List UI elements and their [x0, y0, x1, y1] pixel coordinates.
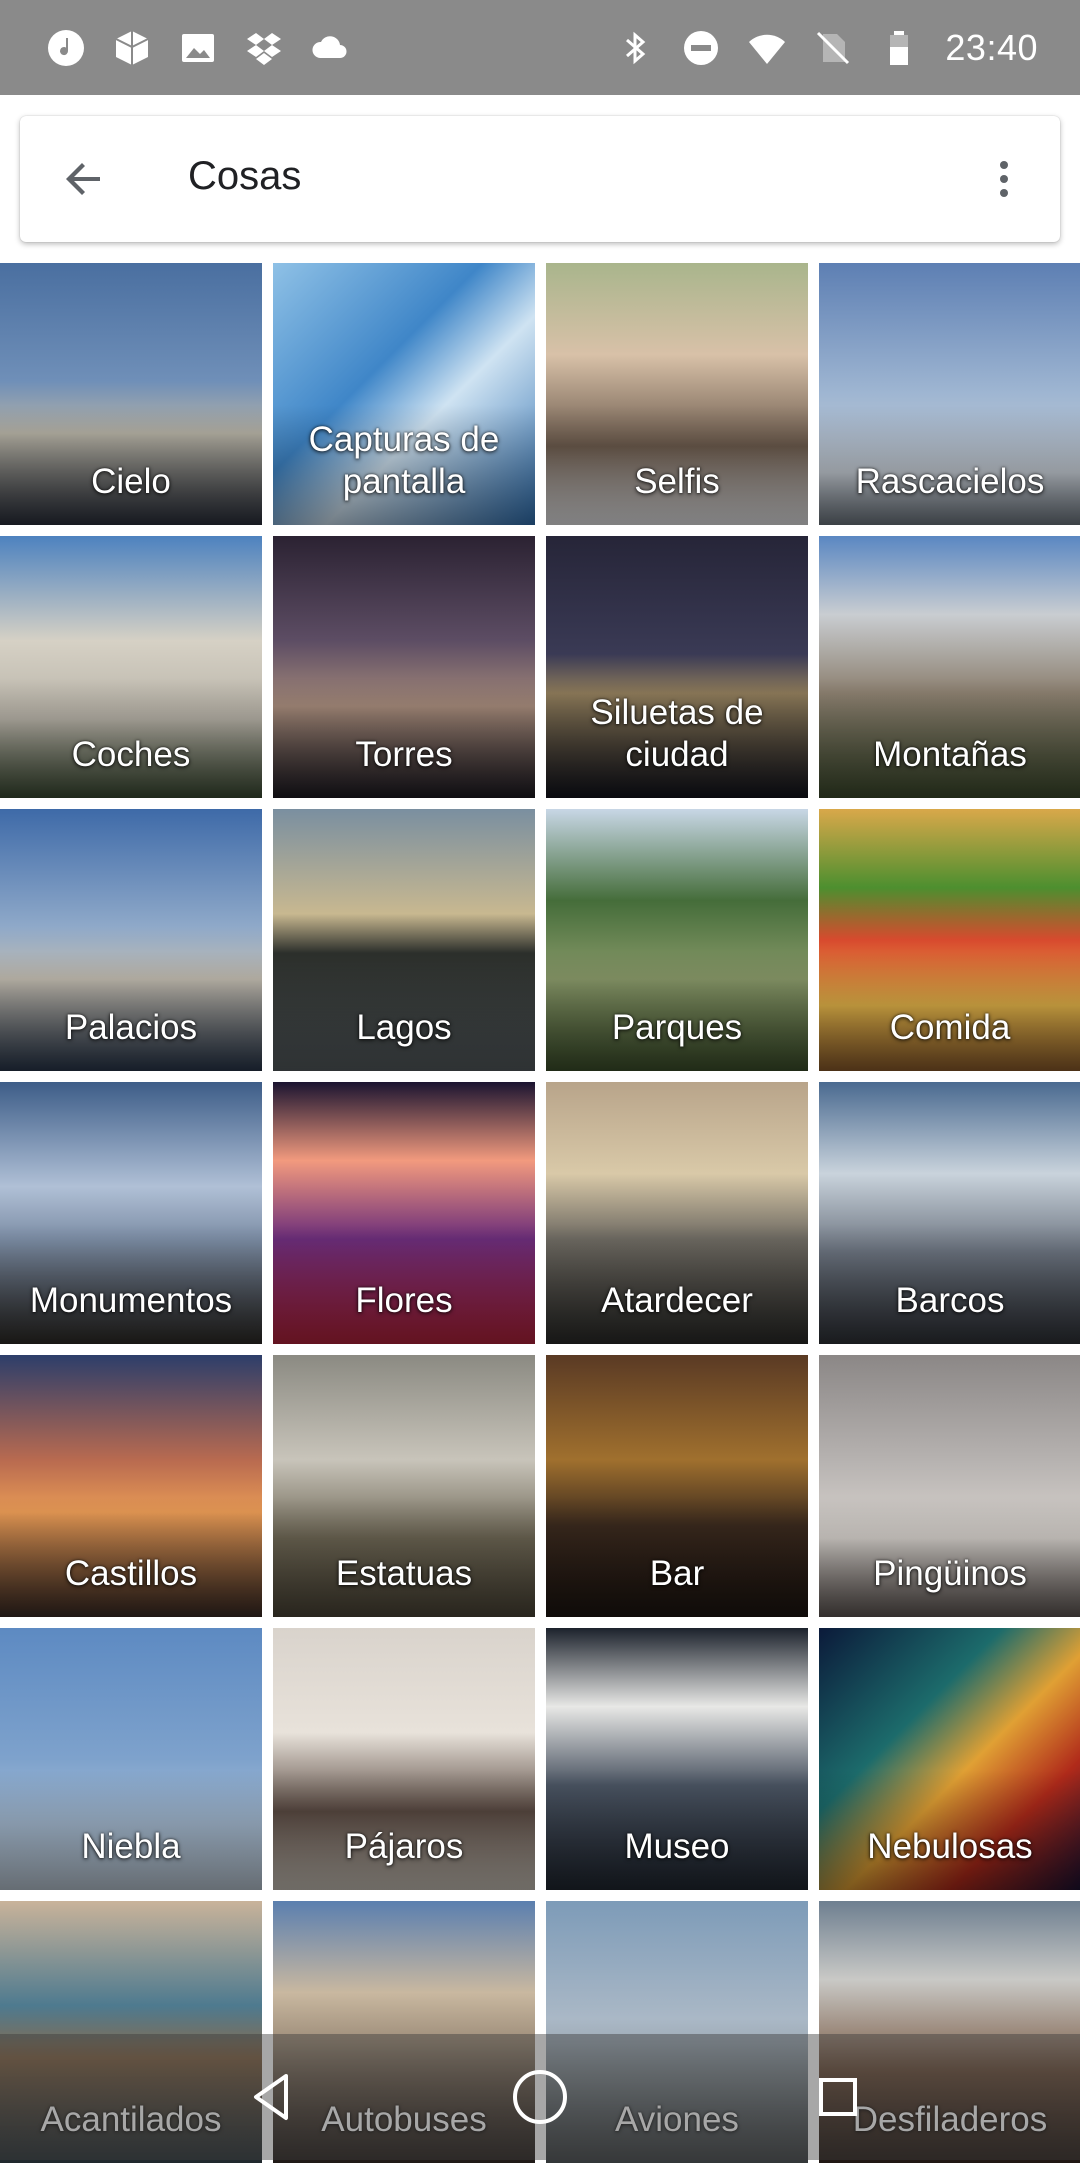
category-tile[interactable]: Capturas de pantalla	[273, 263, 535, 525]
dropbox-icon	[244, 28, 284, 68]
category-label: Museo	[624, 1827, 730, 1866]
category-label: Niebla	[81, 1827, 181, 1866]
nav-back-triangle-icon	[254, 2074, 288, 2120]
category-tile[interactable]: Estatuas	[273, 1355, 535, 1617]
category-label: Monumentos	[29, 1281, 233, 1320]
arrow-back-icon	[66, 163, 100, 195]
category-label: Coches	[71, 735, 191, 774]
page-title: Cosas	[188, 154, 302, 198]
category-tile[interactable]: Castillos	[0, 1355, 262, 1617]
category-tile[interactable]: Torres	[273, 536, 535, 798]
category-label: Montañas	[873, 735, 1027, 774]
category-label: Lagos	[356, 1008, 452, 1047]
category-tile[interactable]: Lagos	[273, 809, 535, 1071]
category-label: Estatuas	[335, 1554, 473, 1593]
category-tile[interactable]: Parques	[546, 809, 808, 1071]
do-not-disturb-icon	[681, 28, 721, 68]
music-icon	[46, 28, 86, 68]
cloud-icon	[310, 28, 350, 68]
category-tile[interactable]: Comida	[819, 809, 1080, 1071]
system-status: 23:40	[615, 24, 1038, 72]
more-options-button[interactable]	[970, 145, 1038, 213]
category-tile[interactable]: Atardecer	[546, 1082, 808, 1344]
category-tile[interactable]: Cielo	[0, 263, 262, 525]
category-tile[interactable]: Bar	[546, 1355, 808, 1617]
nav-recents-square-icon	[819, 2078, 857, 2116]
category-tile[interactable]: Nebulosas	[819, 1628, 1080, 1890]
nav-home-button[interactable]	[507, 2064, 573, 2130]
category-tile[interactable]: Monumentos	[0, 1082, 262, 1344]
category-tile[interactable]: Palacios	[0, 809, 262, 1071]
category-label: Torres	[355, 735, 453, 774]
category-label: Palacios	[64, 1008, 198, 1047]
category-label: Parques	[611, 1008, 743, 1047]
battery-icon	[879, 28, 919, 68]
nav-back-button[interactable]	[240, 2064, 306, 2130]
wifi-icon	[747, 28, 787, 68]
image-icon	[178, 28, 218, 68]
category-tile[interactable]: Selfis	[546, 263, 808, 525]
category-label: Barcos	[895, 1281, 1005, 1320]
search-bar: Cosas	[20, 116, 1060, 242]
category-label: Rascacielos	[855, 462, 1045, 501]
category-label: Atardecer	[601, 1281, 753, 1320]
category-tile[interactable]: Montañas	[819, 536, 1080, 798]
category-tile[interactable]: Barcos	[819, 1082, 1080, 1344]
category-tile[interactable]: Niebla	[0, 1628, 262, 1890]
category-label: Comida	[889, 1008, 1011, 1047]
category-label: Capturas de pantalla	[308, 420, 500, 501]
category-tile[interactable]: Pájaros	[273, 1628, 535, 1890]
category-label: Bar	[649, 1554, 705, 1593]
category-label: Pingüinos	[873, 1554, 1027, 1593]
back-button[interactable]	[50, 145, 118, 213]
no-sim-icon	[813, 28, 853, 68]
nav-home-circle-icon	[513, 2070, 567, 2124]
navigation-bar	[0, 2034, 1080, 2160]
category-tile[interactable]: Rascacielos	[819, 263, 1080, 525]
more-vert-icon	[1000, 161, 1008, 197]
bluetooth-icon	[615, 28, 655, 68]
clock: 23:40	[945, 27, 1038, 68]
category-label: Selfis	[634, 462, 720, 501]
category-label: Nebulosas	[867, 1827, 1033, 1866]
category-label: Castillos	[64, 1554, 198, 1593]
category-tile[interactable]: Coches	[0, 536, 262, 798]
status-bar: 23:40	[0, 0, 1080, 95]
category-tile[interactable]: Siluetas de ciudad	[546, 536, 808, 798]
category-tile[interactable]: Pingüinos	[819, 1355, 1080, 1617]
category-tile[interactable]: Flores	[273, 1082, 535, 1344]
category-label: Cielo	[91, 462, 171, 501]
nav-recents-button[interactable]	[805, 2064, 871, 2130]
category-label: Pájaros	[344, 1827, 464, 1866]
cube-icon	[112, 28, 152, 68]
category-tile[interactable]: Museo	[546, 1628, 808, 1890]
category-label: Siluetas de ciudad	[590, 693, 764, 774]
notification-icons	[46, 24, 350, 72]
category-label: Flores	[355, 1281, 453, 1320]
